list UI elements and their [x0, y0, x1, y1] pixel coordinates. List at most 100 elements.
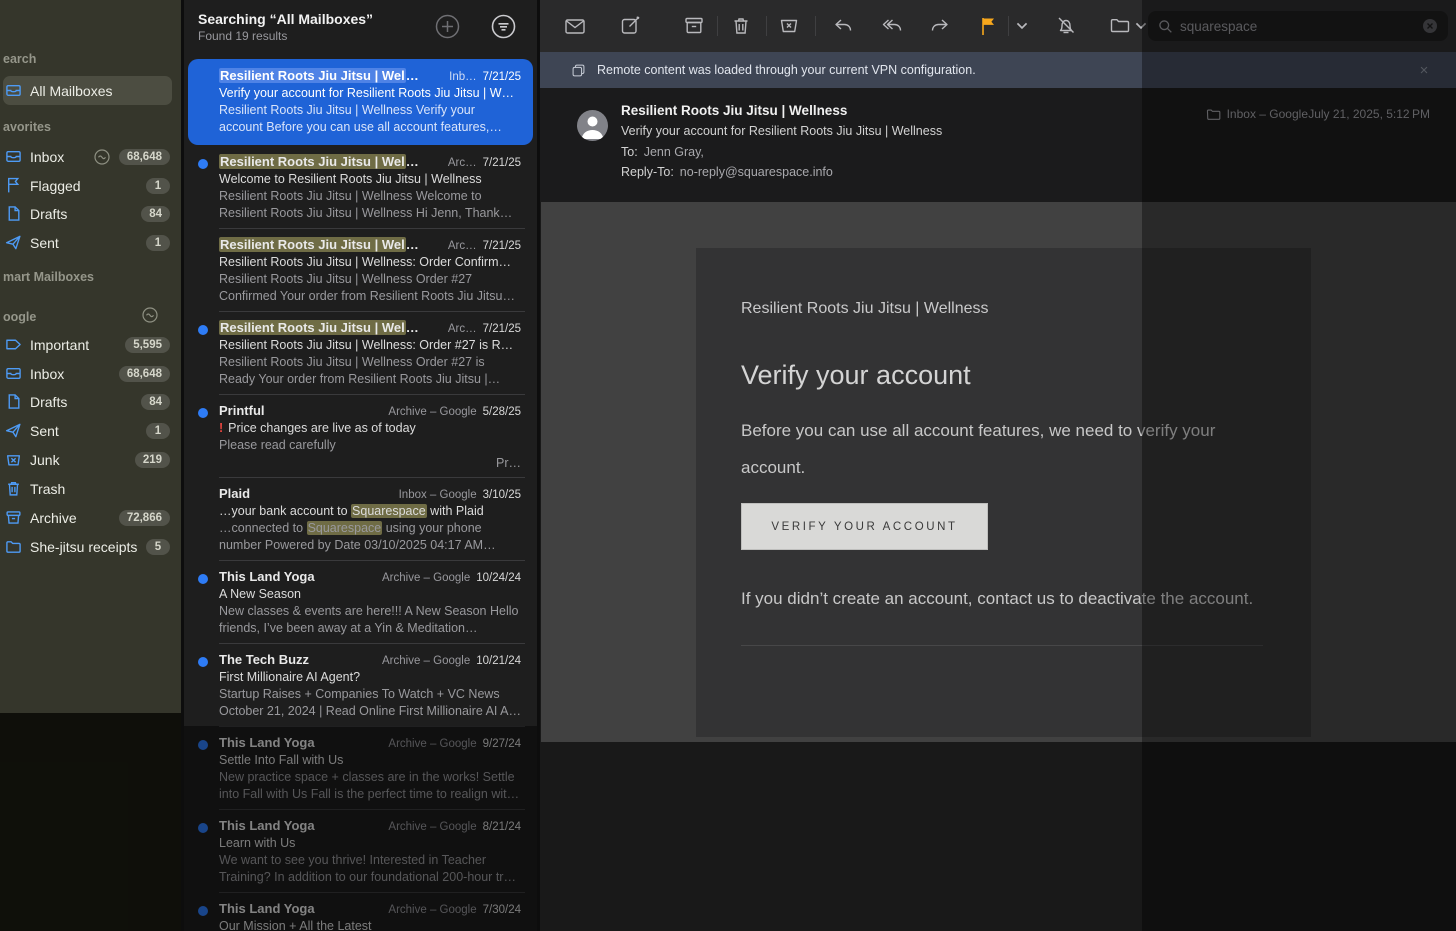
alert-exclamation-icon: !	[219, 421, 223, 435]
sidebar-item-inbox[interactable]: Inbox 68,648	[3, 142, 172, 171]
compose-button[interactable]	[619, 14, 645, 38]
sync-activity-icon[interactable]	[93, 148, 111, 166]
delete-button[interactable]	[729, 14, 755, 38]
email-sender: This Land Yoga	[219, 901, 382, 916]
bell-slash-icon	[1054, 15, 1078, 37]
email-list-item[interactable]: Resilient Roots Jiu Jitsu | Wel…Arc…7/21…	[184, 311, 537, 394]
move-to-folder-button[interactable]	[1108, 14, 1134, 38]
count-badge: 219	[135, 452, 170, 468]
email-subject: Welcome to Resilient Roots Jiu Jitsu | W…	[219, 172, 521, 186]
unread-dot-icon	[198, 574, 208, 584]
reply-button[interactable]	[831, 14, 857, 38]
email-subject: !Price changes are live as of today	[219, 421, 521, 435]
email-sender: This Land Yoga	[219, 735, 382, 750]
email-list-item[interactable]: This Land YogaArchive – Google8/21/24 Le…	[184, 809, 537, 892]
email-subject: A New Season	[219, 587, 521, 601]
email-subject: First Millionaire AI Agent?	[219, 670, 521, 684]
email-list-item[interactable]: The Tech BuzzArchive – Google10/21/24 Fi…	[184, 643, 537, 726]
sidebar-item-trash[interactable]: Trash	[3, 474, 172, 503]
toolbar-separator	[1008, 16, 1009, 36]
email-list-item[interactable]: This Land YogaArchive – Google10/24/24 A…	[184, 560, 537, 643]
email-sender: Resilient Roots Jiu Jitsu | Wel…	[219, 154, 442, 169]
avatar	[577, 110, 608, 141]
email-list-item[interactable]: This Land YogaArchive – Google7/30/24 Ou…	[184, 892, 537, 931]
junk-bin-icon	[5, 451, 22, 468]
filter-button[interactable]	[490, 13, 517, 40]
sidebar-item-google-drafts[interactable]: Drafts 84	[3, 387, 172, 416]
banner-close-button[interactable]: ×	[1414, 60, 1434, 80]
email-list-item[interactable]: Resilient Roots Jiu Jitsu | Wel…Inb…7/21…	[188, 59, 533, 145]
sidebar-item-important[interactable]: Important 5,595	[3, 330, 172, 359]
email-date: 9/27/24	[483, 738, 521, 750]
junk-box-icon	[777, 15, 801, 37]
flag-menu-chevron[interactable]	[1016, 14, 1032, 38]
email-mailbox: Inbox – Google	[399, 489, 477, 501]
sidebar-item-sent[interactable]: Sent 1	[3, 228, 172, 257]
email-date: 8/21/24	[483, 821, 521, 833]
email-list-item[interactable]: PrintfulArchive – Google5/28/25 !Price c…	[184, 394, 537, 477]
email-preview: Resilient Roots Jiu Jitsu | Wellness Ver…	[219, 102, 521, 136]
message-date: July 21, 2025, 5:12 PM	[1308, 107, 1430, 121]
reply-all-icon	[880, 15, 904, 37]
chevron-down-icon	[1135, 22, 1147, 30]
email-list-item[interactable]: PlaidInbox – Google3/10/25 …your bank ac…	[184, 477, 537, 560]
search-scope-title: Searching “All Mailboxes”	[198, 11, 373, 27]
email-list-item[interactable]: This Land YogaArchive – Google9/27/24 Se…	[184, 726, 537, 809]
plus-circle-icon	[434, 13, 461, 40]
clear-search-icon[interactable]	[1422, 18, 1438, 34]
sidebar-item-all-mailboxes[interactable]: All Mailboxes	[3, 76, 172, 105]
archive-button[interactable]	[682, 14, 708, 38]
verify-account-button[interactable]: VERIFY YOUR ACCOUNT	[741, 503, 988, 550]
email-rows: Resilient Roots Jiu Jitsu | Wel…Inb…7/21…	[184, 59, 537, 931]
sidebar-item-drafts[interactable]: Drafts 84	[3, 199, 172, 228]
email-preview: …connected to Squarespace using your pho…	[219, 520, 521, 554]
save-search-button[interactable]	[434, 13, 461, 40]
sidebar-item-google-sent[interactable]: Sent 1	[3, 416, 172, 445]
email-mailbox: Archive – Google	[382, 655, 470, 667]
email-preview: New practice space + classes are in the …	[219, 769, 521, 803]
sidebar-item-she-jitsu-receipts[interactable]: She-jitsu receipts 5	[3, 532, 172, 561]
message-mailbox-label: Inbox – Google	[1206, 107, 1308, 121]
get-mail-button[interactable]	[563, 14, 589, 38]
search-input[interactable]: squarespace	[1148, 11, 1448, 41]
email-preview: Resilient Roots Jiu Jitsu | Wellness Wel…	[219, 188, 521, 222]
inbox-tray-icon	[5, 148, 22, 165]
email-date: 10/21/24	[476, 655, 521, 667]
email-subject: …your bank account to Squarespace with P…	[219, 504, 521, 518]
sidebar-item-archive[interactable]: Archive 72,866	[3, 503, 172, 532]
banner-text: Remote content was loaded through your c…	[597, 63, 976, 77]
person-icon	[577, 110, 608, 141]
count-badge: 84	[141, 394, 170, 410]
unread-dot-icon	[198, 906, 208, 916]
sidebar-item-flagged[interactable]: Flagged 1	[3, 171, 172, 200]
sidebar-item-google-inbox[interactable]: Inbox 68,648	[3, 359, 172, 388]
to-recipient[interactable]: Jenn Gray,	[644, 145, 704, 159]
email-heading: Verify your account	[741, 360, 971, 391]
email-sender: This Land Yoga	[219, 569, 376, 584]
email-footer-text: If you didn’t create an account, contact…	[741, 589, 1253, 609]
email-list-item[interactable]: Resilient Roots Jiu Jitsu | Wel…Arc…7/21…	[184, 228, 537, 311]
junk-button[interactable]	[777, 14, 803, 38]
search-value: squarespace	[1180, 19, 1415, 34]
reply-all-button[interactable]	[880, 14, 906, 38]
mute-button[interactable]	[1054, 14, 1080, 38]
email-list-item[interactable]: Resilient Roots Jiu Jitsu | Wel…Arc…7/21…	[184, 145, 537, 228]
unread-dot-icon	[198, 823, 208, 833]
flag-button[interactable]	[977, 14, 1003, 38]
email-preview: Resilient Roots Jiu Jitsu | Wellness Ord…	[219, 354, 521, 388]
email-sender: Resilient Roots Jiu Jitsu | Wel…	[219, 68, 443, 83]
sidebar: earch All Mailboxes avorites Inbox 68,64…	[0, 0, 181, 931]
forward-button[interactable]	[928, 14, 954, 38]
sidebar-item-junk[interactable]: Junk 219	[3, 445, 172, 474]
archive-box-icon	[5, 509, 22, 526]
sync-activity-icon[interactable]	[141, 306, 159, 324]
sidebar-item-label: Sent	[30, 235, 138, 251]
search-icon	[1158, 19, 1173, 34]
email-html-background: Resilient Roots Jiu Jitsu | Wellness Ver…	[541, 202, 1456, 742]
email-subject: Verify your account for Resilient Roots …	[219, 86, 521, 100]
email-mailbox: Archive – Google	[382, 572, 470, 584]
reply-to-address[interactable]: no-reply@squarespace.info	[680, 165, 833, 179]
unread-dot-icon	[198, 408, 208, 418]
sidebar-item-label: Archive	[30, 510, 111, 526]
email-date: 7/30/24	[483, 904, 521, 916]
